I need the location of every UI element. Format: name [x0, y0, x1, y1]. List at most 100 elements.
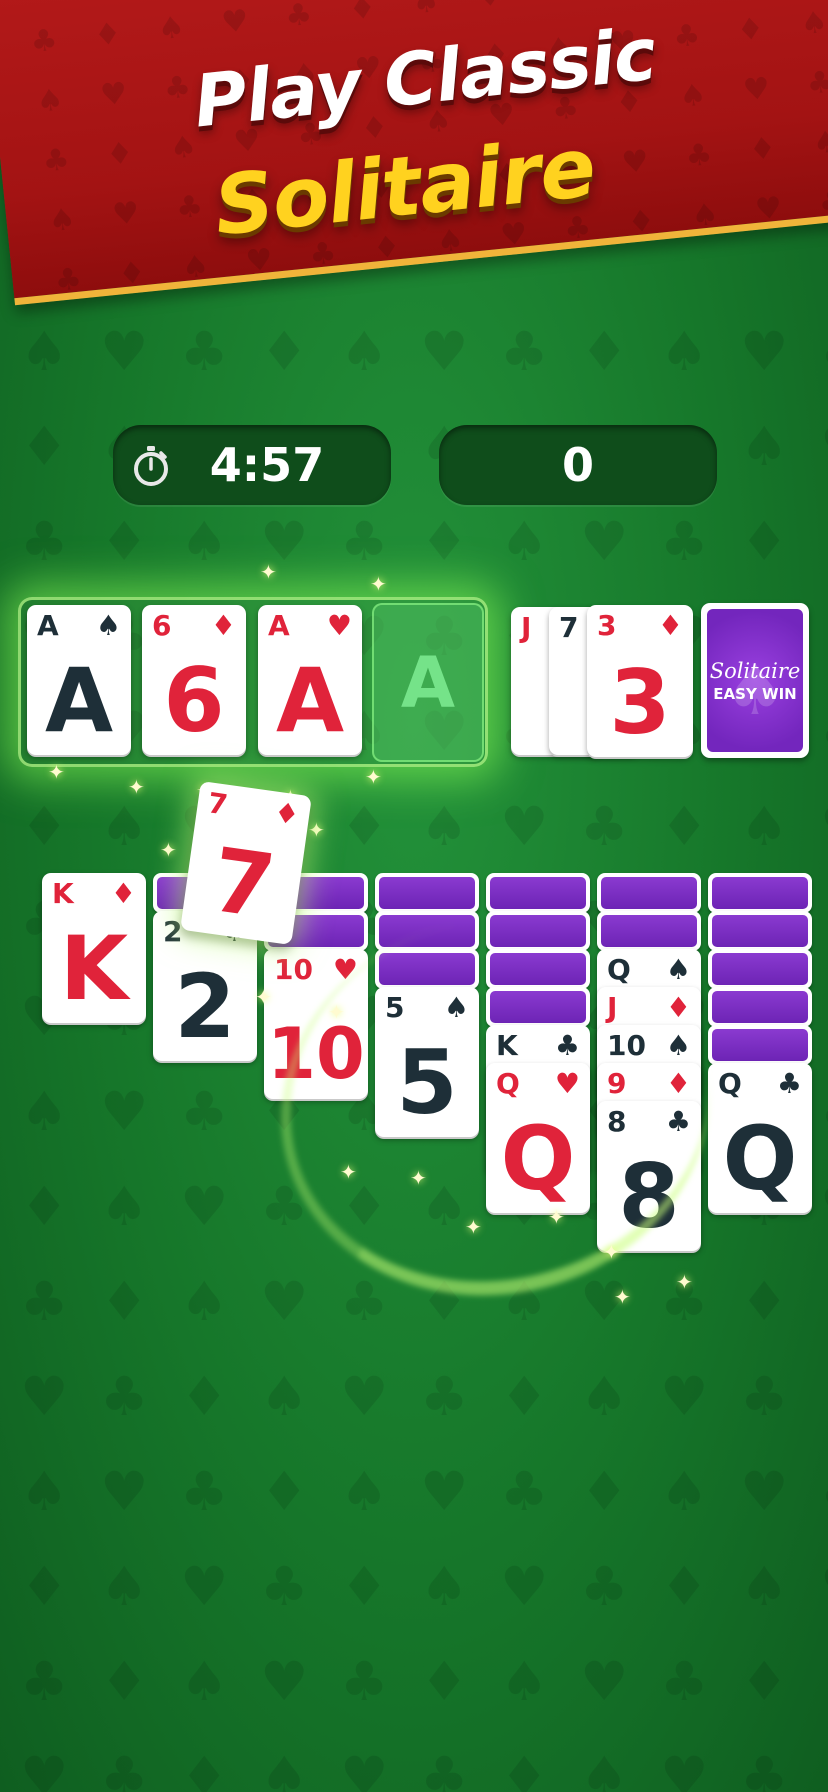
felt-suit-icon: ♥ — [580, 510, 629, 573]
banner-suit-icon: ♥ — [98, 75, 129, 114]
felt-suit-icon: ♦ — [260, 1460, 309, 1523]
card-rank-small: 10 — [274, 953, 313, 986]
felt-suit-icon: ♠ — [820, 890, 828, 953]
banner-suit-icon: ♠ — [168, 129, 199, 167]
felt-suit-icon: ♠ — [660, 1460, 709, 1523]
felt-suit-icon: ♣ — [740, 1745, 789, 1792]
felt-suit-icon: ♣ — [180, 320, 229, 383]
sparkle-icon: ✦ — [340, 1160, 357, 1184]
tableau-card[interactable]: K ♦ K — [42, 873, 146, 1023]
felt-suit-icon: ♥ — [820, 415, 828, 478]
banner-suit-icon: ♥ — [110, 195, 142, 233]
felt-suit-icon: ♣ — [180, 1460, 229, 1523]
diamond-icon: ♦ — [110, 877, 136, 910]
card-back-design — [712, 991, 808, 1023]
banner-suit-icon: ♠ — [798, 4, 828, 43]
sparkle-icon: ✦ — [603, 1240, 620, 1264]
felt-suit-icon: ♦ — [420, 1650, 469, 1713]
felt-suit-icon: ♦ — [820, 1745, 828, 1792]
sparkle-icon: ✦ — [410, 1166, 427, 1190]
felt-suit-icon: ♦ — [20, 795, 69, 858]
card-rank-large: Q — [722, 1107, 798, 1210]
tableau-card[interactable]: Q ♣ Q — [708, 1063, 812, 1213]
score-value: 0 — [561, 438, 594, 492]
felt-suit-icon: ♦ — [660, 1555, 709, 1618]
banner-suit-icon: ♠ — [811, 124, 828, 162]
felt-suit-icon: ♦ — [180, 1745, 229, 1792]
banner-suit-icon: ♦ — [116, 254, 148, 293]
card-rank-small: 7 — [205, 786, 230, 822]
banner-suit-icon: ♥ — [741, 70, 772, 109]
felt-suit-icon: ♣ — [660, 1650, 709, 1713]
felt-suit-icon: ♣ — [820, 700, 828, 763]
felt-suit-icon: ♠ — [500, 1650, 549, 1713]
felt-suit-icon: ♦ — [820, 985, 828, 1048]
felt-suit-icon: ♣ — [820, 320, 828, 383]
felt-suit-icon: ♠ — [260, 1365, 309, 1428]
card-rank-large: 2 — [174, 955, 236, 1058]
felt-suit-icon: ♣ — [20, 510, 69, 573]
felt-suit-icon: ♣ — [20, 1270, 69, 1333]
stock-pile[interactable]: ♠ Solitaire EASY WIN — [701, 603, 809, 758]
card-rank-large: A — [44, 649, 114, 752]
banner-suit-icon: ♦ — [347, 0, 378, 28]
felt-suit-icon: ♠ — [420, 1555, 469, 1618]
sparkle-icon: ✦ — [614, 1285, 631, 1309]
felt-suit-icon: ♥ — [180, 1175, 229, 1238]
card-rank-small: Q — [718, 1067, 742, 1100]
banner-suit-icon: ♣ — [817, 183, 828, 222]
felt-suit-icon: ♣ — [740, 1365, 789, 1428]
card-back-design — [601, 877, 697, 909]
card-rank-large: A — [275, 649, 345, 752]
foundation-card-2[interactable]: 6 ♦ 6 — [142, 605, 246, 755]
felt-suit-icon: ♣ — [100, 1745, 149, 1792]
felt-suit-icon: ♠ — [180, 1270, 229, 1333]
face-down-card — [708, 949, 812, 989]
foundation-card-3[interactable]: A ♥ A — [258, 605, 362, 755]
sparkle-icon: ✦ — [365, 765, 382, 789]
banner-suit-icon: ♣ — [805, 64, 828, 102]
banner-suit-icon: ♣ — [538, 0, 568, 8]
felt-suit-icon: ♣ — [500, 1460, 549, 1523]
sparkle-icon: ✦ — [370, 572, 387, 596]
felt-suit-icon: ♦ — [580, 1460, 629, 1523]
banner-suit-icon: ♠ — [156, 9, 187, 48]
felt-suit-icon: ♠ — [580, 1365, 629, 1428]
felt-suit-icon: ♦ — [740, 510, 789, 573]
felt-suit-icon: ♠ — [180, 510, 229, 573]
felt-suit-icon: ♠ — [740, 795, 789, 858]
heart-icon: ♥ — [326, 609, 352, 642]
felt-suit-icon: ♥ — [20, 1365, 69, 1428]
moving-card[interactable]: 7 ♦ 7 — [180, 780, 312, 946]
card-rank-small: A — [268, 609, 290, 642]
felt-suit-icon: ♦ — [340, 795, 389, 858]
felt-suit-icon: ♠ — [500, 510, 549, 573]
banner-suit-icon: ♠ — [34, 82, 66, 120]
card-rank-small: A — [37, 609, 59, 642]
felt-suit-icon: ♠ — [20, 1460, 69, 1523]
felt-suit-icon: ♥ — [420, 320, 469, 383]
foundation-card-1[interactable]: A ♠ A — [27, 605, 131, 755]
felt-suit-icon: ♥ — [100, 320, 149, 383]
banner-suit-icon: ♣ — [53, 261, 84, 299]
felt-suit-icon: ♣ — [580, 1555, 629, 1618]
felt-suit-icon: ♥ — [340, 1745, 389, 1792]
felt-suit-icon: ♠ — [20, 1080, 69, 1143]
felt-suit-icon: ♠ — [180, 1650, 229, 1713]
waste-card-top[interactable]: 3 ♦ 3 — [587, 605, 693, 757]
felt-suit-icon: ♦ — [420, 510, 469, 573]
felt-suit-icon: ♥ — [660, 1365, 709, 1428]
felt-suit-icon: ♠ — [820, 1650, 828, 1713]
foundation-empty-slot[interactable]: A — [372, 603, 484, 762]
sparkle-icon: ✦ — [308, 818, 325, 842]
card-back-design — [490, 877, 586, 909]
felt-suit-icon: ♦ — [20, 1175, 69, 1238]
felt-suit-icon: ♦ — [740, 1650, 789, 1713]
felt-suit-icon: ♣ — [660, 510, 709, 573]
felt-suit-icon: ♥ — [500, 1555, 549, 1618]
diamond-icon: ♦ — [271, 795, 302, 832]
felt-suit-icon: ♦ — [100, 1270, 149, 1333]
sparkle-icon: ✦ — [128, 775, 145, 799]
banner-suit-icon: ♣ — [162, 69, 193, 107]
felt-suit-icon: ♣ — [180, 1080, 229, 1143]
